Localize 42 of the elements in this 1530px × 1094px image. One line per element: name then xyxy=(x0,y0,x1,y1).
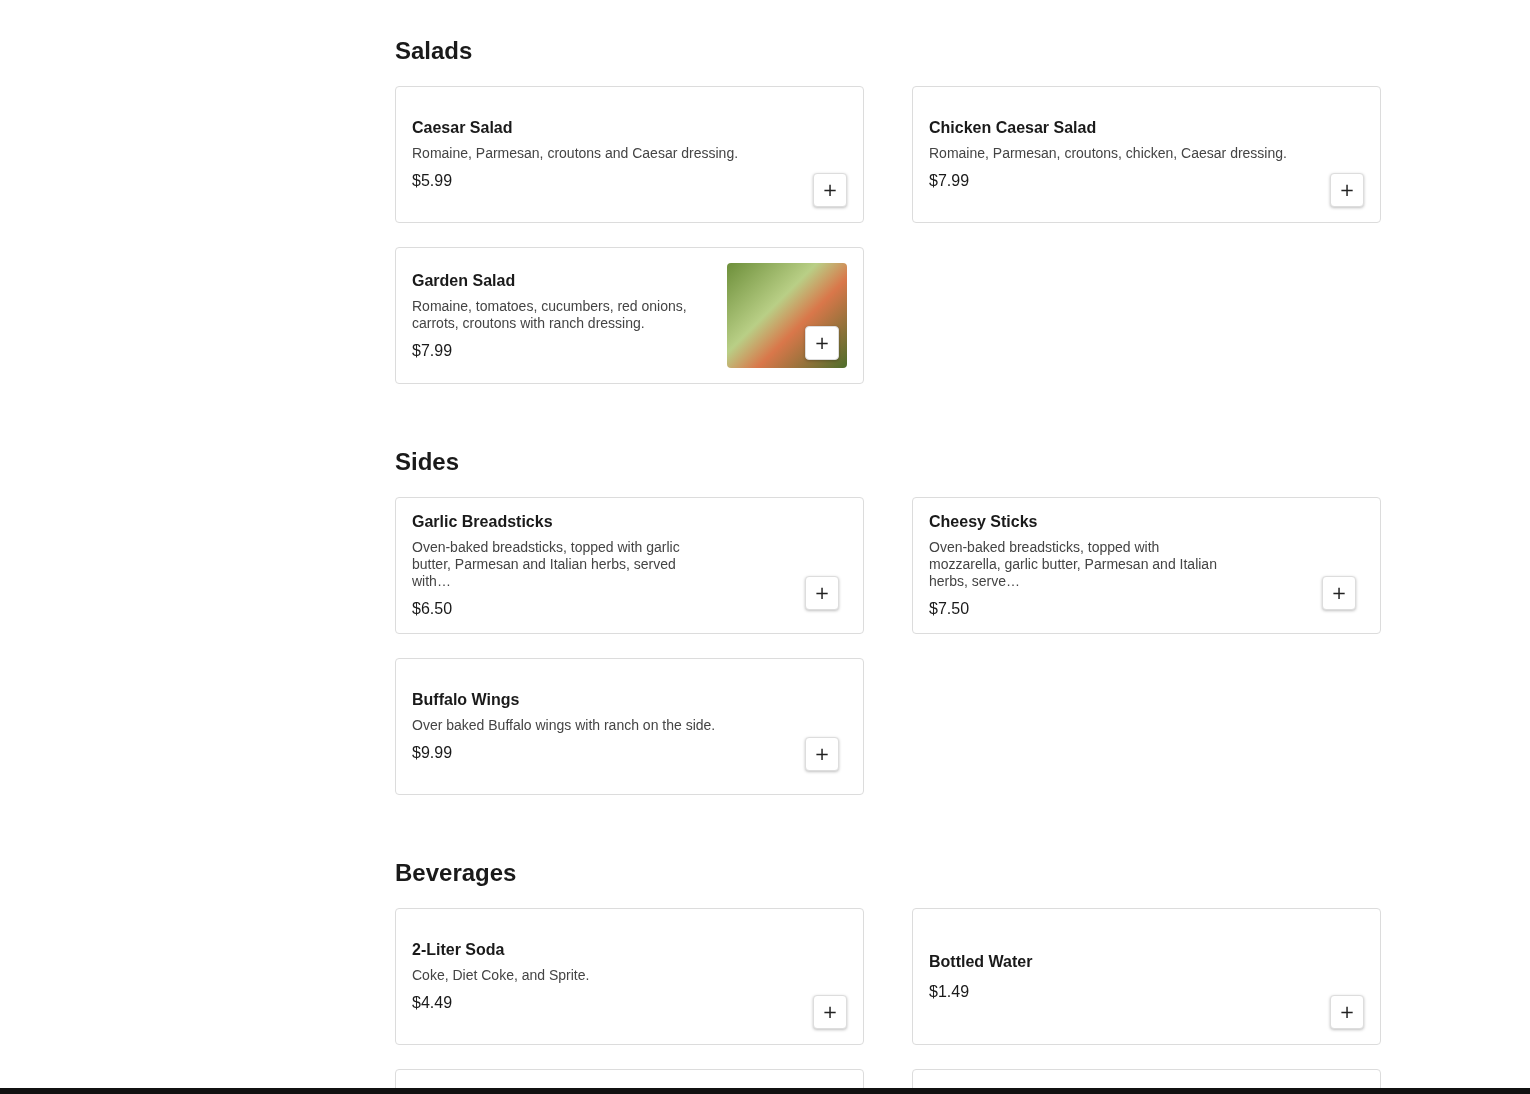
item-description: Oven-baked breadsticks, topped with mozzarella, garlic butter, Parmesan and Italian herbs, serve… xyxy=(929,539,1218,590)
add-button[interactable]: + xyxy=(805,576,839,610)
item-price: $4.49 xyxy=(412,994,454,1012)
item-price: $1.49 xyxy=(929,982,971,1001)
item-name: Cheesy Sticks xyxy=(929,513,1039,531)
item-name: Buffalo Wings xyxy=(412,691,521,709)
add-button[interactable]: + xyxy=(813,173,847,207)
section-heading: Sides xyxy=(395,447,461,477)
menu-card[interactable]: Bottled Water $1.49 + xyxy=(912,908,1381,1045)
item-price: $9.99 xyxy=(412,744,454,762)
section-heading: Salads xyxy=(395,36,474,66)
add-button[interactable]: + xyxy=(1330,173,1364,207)
item-name: Caesar Salad xyxy=(412,119,514,137)
item-price: $5.99 xyxy=(412,172,454,190)
add-button[interactable]: + xyxy=(805,326,839,360)
menu-card[interactable]: Chicken Caesar Salad Romaine, Parmesan, croutons, chicken, Caesar dressing. $7.99 + xyxy=(912,86,1381,223)
menu-card[interactable]: 2-Liter Soda Coke, Diet Coke, and Sprite. $4.49 + xyxy=(395,908,864,1045)
item-description: Oven-baked breadsticks, topped with garlic butter, Parmesan and Italian herbs, served with… xyxy=(412,539,681,590)
item-description: Over baked Buffalo wings with ranch on the side. xyxy=(412,717,717,734)
menu-card[interactable]: Caesar Salad Romaine, Parmesan, croutons and Caesar dressing. $5.99 + xyxy=(395,86,864,223)
item-description: Romaine, Parmesan, croutons and Caesar dressing. xyxy=(412,145,739,162)
menu-card[interactable]: Garlic Breadsticks Oven-baked breadsticks, topped with garlic butter, Parmesan and Italian herbs, served with… $6.50 + xyxy=(395,497,864,634)
item-price: $6.50 xyxy=(412,600,454,618)
add-button[interactable]: + xyxy=(1330,995,1364,1029)
item-name: Chicken Caesar Salad xyxy=(929,119,1098,137)
section-heading: Beverages xyxy=(395,858,518,888)
item-price: $7.50 xyxy=(929,600,971,618)
add-button[interactable]: + xyxy=(1322,576,1356,610)
add-button[interactable]: + xyxy=(813,995,847,1029)
item-name: Garlic Breadsticks xyxy=(412,513,554,531)
menu-card[interactable]: Garden Salad Romaine, tomatoes, cucumbers, red onions, carrots, croutons with ranch dressing. $7.99 + xyxy=(395,247,864,384)
item-description: Romaine, Parmesan, croutons, chicken, Caesar dressing. xyxy=(929,145,1287,162)
item-price: $7.99 xyxy=(412,341,454,360)
item-description: Romaine, tomatoes, cucumbers, red onions, carrots, croutons with ranch dressing. xyxy=(412,297,688,332)
item-name: Garden Salad xyxy=(412,271,517,290)
item-description: Coke, Diet Coke, and Sprite. xyxy=(412,967,590,984)
item-name: 2-Liter Soda xyxy=(412,941,506,959)
add-button[interactable]: + xyxy=(805,737,839,771)
item-name: Bottled Water xyxy=(929,952,1033,971)
item-price: $7.99 xyxy=(929,172,971,190)
menu-card[interactable]: Buffalo Wings Over baked Buffalo wings with ranch on the side. $9.99 + xyxy=(395,658,864,795)
menu-card[interactable]: Cheesy Sticks Oven-baked breadsticks, topped with mozzarella, garlic butter, Parmesan and Italian herbs, serve… $7.50 + xyxy=(912,497,1381,634)
